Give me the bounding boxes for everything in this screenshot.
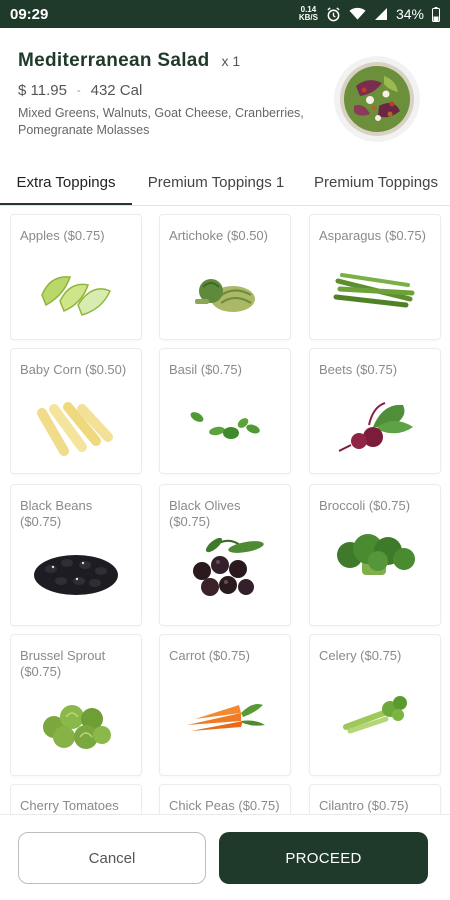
status-icons: 0.14 KB/S 34% (299, 6, 440, 22)
topping-label: Carrot ($0.75) (169, 648, 250, 663)
alarm-icon (326, 6, 341, 22)
product-title: Mediterranean Salad (18, 50, 210, 71)
signal-icon (374, 7, 388, 21)
brussel-sprout-icon (11, 697, 141, 753)
topping-label: Black Olives ($0.75) (169, 498, 241, 529)
topping-label: Artichoke ($0.50) (169, 228, 268, 243)
topping-label: Brussel Sprout ($0.75) (20, 648, 106, 679)
status-bar: 09:29 0.14 KB/S 34% (0, 0, 450, 28)
topping-label: Basil ($0.75) (169, 362, 242, 377)
cancel-button[interactable]: Cancel (18, 832, 206, 884)
topping-card-cilantro[interactable]: Cilantro ($0.75) (309, 784, 441, 814)
product-quantity: x 1 (221, 53, 241, 69)
product-price: $ 11.95 (18, 82, 67, 99)
topping-label: Baby Corn ($0.50) (20, 362, 127, 377)
topping-label: Broccoli ($0.75) (319, 498, 411, 513)
basil-icon (160, 407, 290, 443)
topping-card-black-beans[interactable]: Black Beans ($0.75) (10, 484, 142, 626)
topping-card-asparagus[interactable]: Asparagus ($0.75) (309, 214, 441, 340)
tab-premium-toppings[interactable]: Premium Toppings (300, 160, 450, 205)
black-olives-icon (160, 535, 290, 605)
battery-percent: 34% (395, 6, 424, 22)
celery-icon (310, 691, 440, 735)
broccoli-icon (310, 531, 440, 581)
beets-icon (310, 397, 440, 453)
tab-extra-toppings[interactable]: Extra Toppings (0, 160, 132, 205)
toppings-grid: Apples ($0.75) Artichoke ($0.50) Asparag… (10, 214, 442, 814)
product-calories: 432 Cal (90, 82, 143, 99)
topping-card-carrot[interactable]: Carrot ($0.75) (159, 634, 291, 776)
topping-card-artichoke[interactable]: Artichoke ($0.50) (159, 214, 291, 340)
topping-card-black-olives[interactable]: Black Olives ($0.75) (159, 484, 291, 626)
topping-label: Celery ($0.75) (319, 648, 402, 663)
topping-label: Black Beans ($0.75) (20, 498, 93, 529)
carrot-icon (160, 695, 290, 735)
status-time: 09:29 (10, 5, 49, 23)
topping-label: Cherry Tomatoes (20, 798, 119, 813)
artichoke-icon (160, 269, 290, 317)
product-summary: Mediterranean Salad x 1 $ 11.95 - 432 Ca… (0, 28, 450, 160)
topping-tabs: Extra Toppings Premium Toppings 1 Premiu… (0, 160, 450, 206)
product-description: Mixed Greens, Walnuts, Goat Cheese, Cran… (18, 106, 304, 137)
topping-card-beets[interactable]: Beets ($0.75) (309, 348, 441, 474)
proceed-button[interactable]: PROCEED (219, 832, 428, 884)
action-footer: Cancel PROCEED (0, 814, 450, 900)
topping-card-chick-peas[interactable]: Chick Peas ($0.75) (159, 784, 291, 814)
topping-card-basil[interactable]: Basil ($0.75) (159, 348, 291, 474)
apple-slices-icon (11, 265, 141, 321)
battery-icon (432, 6, 440, 22)
baby-corn-icon (11, 399, 141, 459)
black-beans-icon (11, 547, 141, 599)
tab-premium-toppings-1[interactable]: Premium Toppings 1 (132, 160, 300, 205)
topping-card-broccoli[interactable]: Broccoli ($0.75) (309, 484, 441, 626)
network-speed: 0.14 KB/S (299, 6, 318, 22)
topping-label: Cilantro ($0.75) (319, 798, 409, 813)
topping-label: Apples ($0.75) (20, 228, 105, 243)
topping-card-celery[interactable]: Celery ($0.75) (309, 634, 441, 776)
topping-card-brussel-sprout[interactable]: Brussel Sprout ($0.75) (10, 634, 142, 776)
asparagus-icon (310, 267, 440, 311)
topping-card-baby-corn[interactable]: Baby Corn ($0.50) (10, 348, 142, 474)
topping-label: Chick Peas ($0.75) (169, 798, 280, 813)
wifi-icon (349, 7, 366, 21)
network-speed-unit: KB/S (298, 13, 318, 22)
topping-card-apples[interactable]: Apples ($0.75) (10, 214, 142, 340)
salad-image (334, 56, 420, 142)
topping-card-cherry-tomatoes[interactable]: Cherry Tomatoes (10, 784, 142, 814)
meta-separator: - (76, 84, 81, 97)
topping-label: Asparagus ($0.75) (319, 228, 426, 243)
topping-label: Beets ($0.75) (319, 362, 398, 377)
